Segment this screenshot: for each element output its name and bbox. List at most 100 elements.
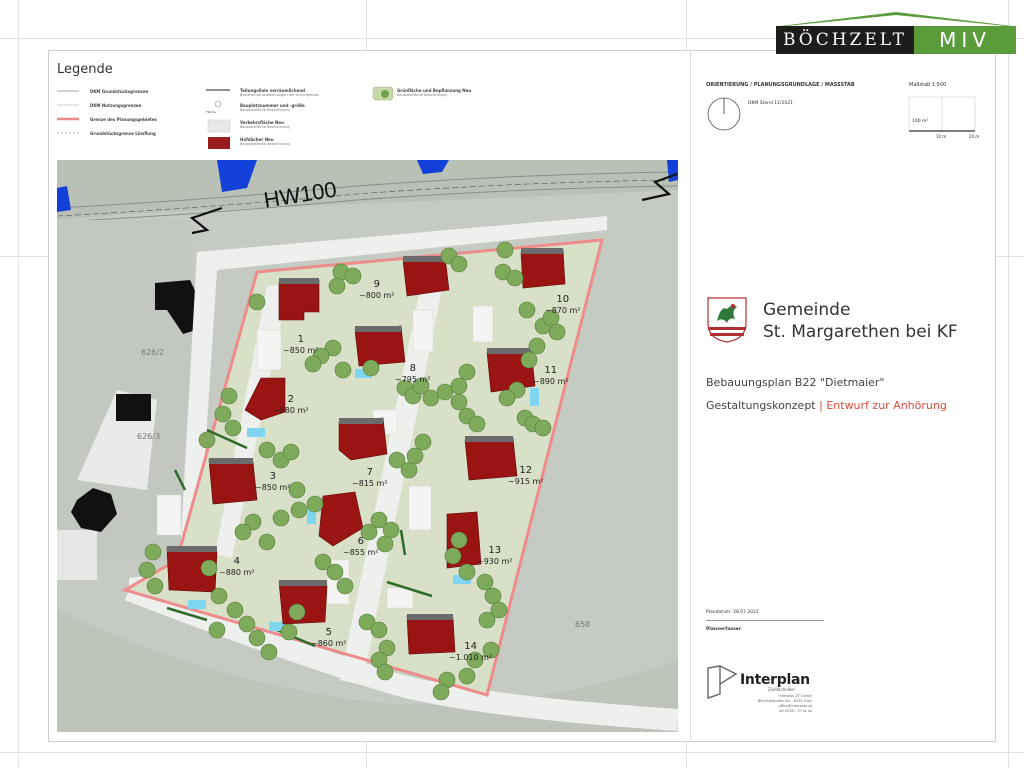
tree-icon	[382, 521, 400, 539]
tree-icon	[248, 293, 266, 311]
lot-label: 2 ~880 m²	[273, 394, 309, 415]
tree-icon	[444, 547, 462, 565]
scale-area: 100 m²	[912, 119, 929, 124]
legend-symbol-label: Fläche	[206, 110, 216, 114]
tree-icon	[138, 561, 156, 579]
tree-icon	[422, 389, 440, 407]
tree-icon	[226, 601, 244, 619]
legend-item: DKM Nutzungsgrenzen	[90, 103, 142, 108]
interplan-sub: Ziviltechniker	[768, 687, 796, 692]
development-plan-title: Bebauungsplan B22 "Dietmaier"	[706, 376, 885, 389]
design-concept-line: Gestaltungskonzept | Entwurf zur Anhörun…	[706, 399, 947, 412]
tree-icon	[208, 621, 226, 639]
tree-icon	[534, 419, 552, 437]
tree-icon	[288, 603, 306, 621]
tree-icon	[248, 629, 266, 647]
tree-icon	[458, 667, 476, 685]
tree-icon	[214, 405, 232, 423]
legend-item: Bauplatznummer und -größe Bauplatzfläche …	[240, 103, 305, 112]
tree-icon	[328, 277, 346, 295]
tree-icon	[234, 523, 252, 541]
legend-item: Grundstücksgrenze Linsflung	[90, 131, 156, 136]
tree-icon	[518, 301, 536, 319]
orientation-heading: ORIENTIERUNG / PLANUNGSGRUNDLAGE / MASSS…	[706, 82, 855, 88]
grid-line	[0, 752, 1024, 753]
tree-icon	[458, 363, 476, 381]
tree-icon	[146, 577, 164, 595]
tree-icon	[304, 355, 322, 373]
dkm-label: DKM Stand 11/2021	[748, 101, 793, 106]
divider	[706, 620, 824, 621]
tree-icon	[336, 577, 354, 595]
lot-label: 10 ~870 m²	[545, 294, 581, 315]
brand-name: BÖCHZELT	[776, 26, 914, 54]
grid-line	[18, 0, 19, 768]
tree-icon	[290, 501, 308, 519]
tree-icon	[224, 419, 242, 437]
tree-icon	[258, 533, 276, 551]
tree-icon	[450, 393, 468, 411]
tree-icon	[458, 563, 476, 581]
parcel-number: 626/2	[141, 348, 165, 357]
lot-label: 9 ~800 m²	[359, 279, 395, 300]
tree-icon	[282, 443, 300, 461]
lot-label: 8 ~795 m²	[395, 363, 431, 384]
tree-icon	[478, 611, 496, 629]
scale-10m: 10 m	[936, 134, 947, 139]
legend-item: Teilungslinie verräumlichend Bestehende A…	[240, 88, 319, 97]
tree-icon	[406, 447, 424, 465]
tree-icon	[144, 543, 162, 561]
legend-item: Grünfläche und Bepflanzung Neu Bauplatzfl…	[397, 88, 472, 97]
coat-of-arms-icon	[707, 297, 747, 343]
tree-icon	[210, 587, 228, 605]
brand-suffix: MIV	[914, 26, 1016, 54]
tree-icon	[326, 563, 344, 581]
tree-icon	[528, 337, 546, 355]
lot-label: 11 ~890 m²	[533, 365, 569, 386]
tree-icon	[476, 573, 494, 591]
lot-label: 4 ~880 m²	[219, 556, 255, 577]
legend-item: Verkehrsfläche Neu Bauplatzfläche Bezeich…	[240, 120, 290, 129]
scale-20m: 20 m	[969, 134, 980, 139]
legend-item: Hofdächer Neu Bauplatzfläche Bezeichnung	[240, 137, 290, 146]
legend-item: Grenze des Planungsgebietes	[90, 117, 157, 122]
scale-label: Maßstab 1:500	[909, 82, 947, 88]
tree-icon	[450, 377, 468, 395]
tree-icon	[498, 389, 516, 407]
plan-author-label: Planverfasser	[706, 627, 741, 632]
tree-icon	[450, 255, 468, 273]
tree-icon	[506, 269, 524, 287]
tree-icon	[496, 241, 514, 259]
legend-line-symbols	[57, 90, 79, 134]
site-plan: 1 ~850 m² 2 ~880 m² 3 ~850 m² 4 ~880 m² 5 ~86…	[57, 160, 678, 732]
lot-label: 5 ~860 m²	[311, 627, 347, 648]
sheet-separator	[690, 50, 691, 740]
legend-item: DKM Grundstücksgrenzen	[90, 89, 149, 94]
parcel-number: 658	[575, 620, 591, 629]
parcel-number: 626/3	[137, 432, 161, 441]
tree-icon	[548, 323, 566, 341]
tree-icon	[200, 559, 218, 577]
scale-grid	[908, 96, 976, 132]
lot-label: 13 ~930 m²	[477, 545, 513, 566]
tree-icon	[436, 383, 454, 401]
plan-date: Plandatum: 28.07.2022	[706, 610, 759, 615]
legend-symbols-col2	[206, 89, 231, 149]
tree-icon	[198, 431, 216, 449]
tree-icon	[258, 441, 276, 459]
tree-icon	[468, 415, 486, 433]
tree-icon	[484, 587, 502, 605]
tree-icon	[306, 495, 324, 513]
tree-icon	[370, 621, 388, 639]
tree-icon	[414, 433, 432, 451]
tree-icon	[288, 481, 306, 499]
tree-icon	[450, 531, 468, 549]
site-plan-drawing	[57, 160, 678, 732]
tree-icon	[220, 387, 238, 405]
tree-icon	[362, 359, 380, 377]
tree-icon	[432, 683, 450, 701]
tree-icon	[272, 509, 290, 527]
tree-icon	[280, 623, 298, 641]
tree-icon	[376, 663, 394, 681]
brand-logo: BÖCHZELT MIV	[776, 10, 1016, 54]
